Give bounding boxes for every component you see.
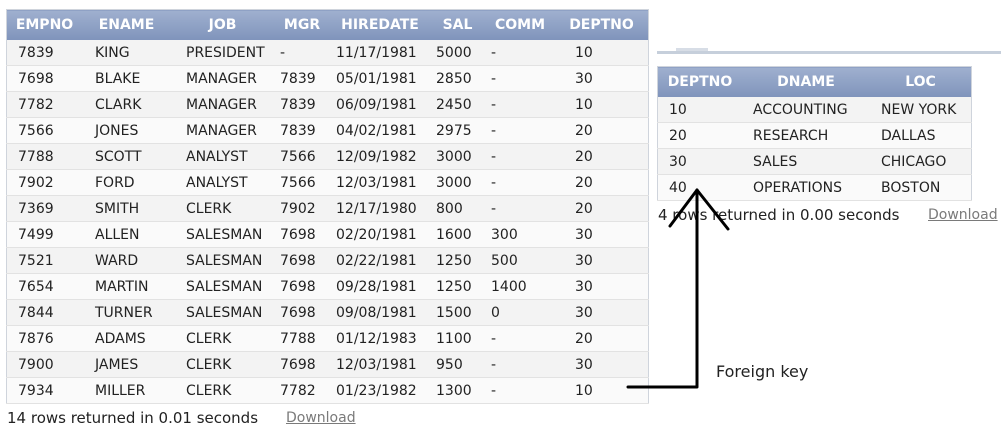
foreign-key-arrow-line xyxy=(626,188,699,389)
foreign-key-arrow xyxy=(626,188,730,389)
foreign-key-arrowhead xyxy=(668,188,730,231)
foreign-key-label: Foreign key xyxy=(716,362,809,381)
